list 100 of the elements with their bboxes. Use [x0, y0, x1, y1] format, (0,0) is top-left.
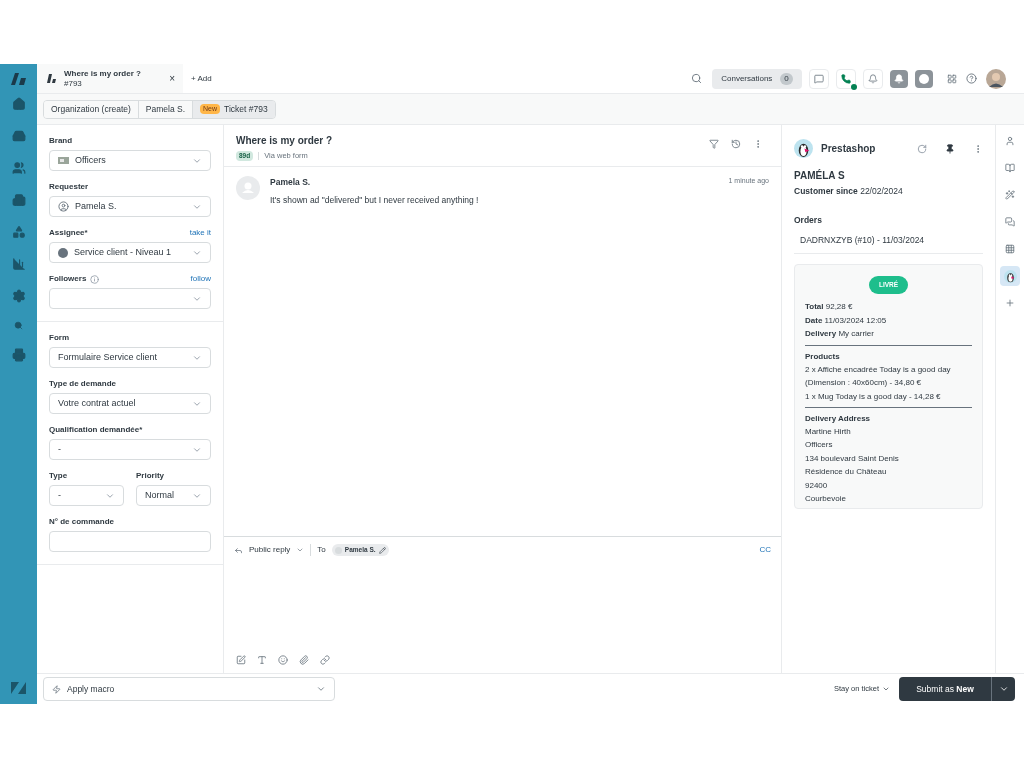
phone-button[interactable] [836, 68, 856, 89]
avatar-icon[interactable] [986, 68, 1006, 89]
chat-button[interactable] [809, 68, 829, 89]
field-link[interactable]: follow [190, 273, 211, 285]
plus-icon [1005, 298, 1015, 308]
history-icon[interactable] [731, 139, 741, 149]
shapes-icon[interactable] [11, 225, 26, 239]
address-line: 134 boulevard Saint Denis [805, 452, 900, 465]
phone-icon [841, 73, 851, 84]
bell-button[interactable] [863, 68, 883, 89]
search-icon[interactable] [691, 73, 702, 84]
app-button[interactable] [915, 69, 933, 88]
link-icon[interactable] [320, 655, 330, 665]
home-icon[interactable] [11, 97, 26, 111]
select-field[interactable]: Normal [136, 485, 211, 506]
address-line: 92400 [805, 479, 829, 492]
emoji-icon[interactable] [278, 655, 288, 665]
input-field[interactable] [49, 531, 211, 552]
penguin-icon [1003, 269, 1017, 283]
search-icon[interactable] [14, 321, 23, 330]
field-label: Form [49, 332, 69, 344]
app-name: Prestashop [821, 142, 877, 156]
filter-icon[interactable] [709, 139, 719, 149]
apps-icon[interactable] [947, 73, 957, 84]
rail-button[interactable] [1000, 266, 1020, 286]
select-field[interactable]: Officers [49, 150, 211, 171]
compose-icon[interactable] [236, 655, 246, 665]
macro-field[interactable]: Apply macro [43, 677, 335, 701]
field-label: Priority [136, 470, 164, 482]
field-label: Requester [49, 181, 89, 193]
book-icon [1005, 163, 1015, 173]
author-name: Pamela S. [270, 176, 311, 189]
logo-icon [11, 682, 26, 694]
chat-icon [814, 73, 824, 84]
product-line: 2 x Affiche encadrée Today is a good day (Dimension : 40x60cm) - 34,80 € [805, 363, 952, 389]
chevron-icon [882, 685, 890, 693]
chevron-icon [316, 684, 326, 694]
ticket-tab[interactable]: Where is my order ? #793 × [37, 64, 183, 93]
submit-options-button[interactable] [991, 677, 1015, 701]
app-icon [919, 73, 929, 84]
add-tab-button[interactable]: + Add [191, 72, 212, 85]
bell-button[interactable] [890, 69, 908, 88]
logo-icon [11, 73, 26, 85]
cc-link[interactable]: CC [759, 544, 771, 556]
order-fact: Date 11/03/2024 12:05 [805, 314, 888, 327]
wand-icon [1005, 190, 1015, 200]
select-field[interactable]: Service client - Niveau 1 [49, 242, 211, 263]
select-field[interactable]: Votre contrat actuel [49, 393, 211, 414]
submit-button[interactable]: Submit as New [899, 677, 991, 701]
order-fact: Delivery My carrier [805, 328, 875, 340]
help-icon[interactable] [966, 73, 977, 84]
field-label: Type [49, 470, 68, 482]
address-heading: Delivery Address [805, 412, 872, 425]
conversations-button[interactable]: Conversations 0 [712, 68, 802, 89]
person-icon [1005, 136, 1015, 146]
orders-heading: Orders [794, 213, 823, 227]
field-label: Qualification demandée* [49, 424, 143, 436]
close-button[interactable]: × [169, 71, 175, 86]
field-label: Brand [49, 135, 73, 147]
chevron-icon [296, 546, 305, 554]
select-field[interactable]: Formulaire Service client [49, 347, 211, 368]
product-line: 1 x Mug Today is a good day - 14,28 € [805, 390, 942, 403]
chat-icon [1005, 217, 1015, 227]
address-line: Martine Hirth [805, 425, 852, 438]
order-item[interactable]: DADRNXZYB (#10) - 11/03/2024 [794, 226, 983, 255]
reply-icon [234, 545, 243, 555]
people-icon[interactable] [11, 161, 26, 175]
to-label: To [317, 544, 326, 556]
message-body: It's shown ad "delivered" but I never received anything ! [270, 193, 480, 207]
field-label: Followers [49, 273, 87, 285]
grid-icon [1005, 244, 1015, 254]
address-line: Courbevoie [805, 493, 847, 505]
flag-icon [58, 157, 69, 164]
pencil-icon [378, 546, 386, 554]
select-field[interactable]: Pamela S. [49, 196, 211, 217]
reply-mode-dropdown[interactable]: Public reply [249, 544, 291, 556]
select-field[interactable]: - [49, 485, 124, 506]
bell-icon [894, 73, 904, 84]
field-label: N° de commande [49, 516, 114, 528]
field-link[interactable]: take it [189, 227, 211, 239]
lightning-icon [52, 684, 61, 694]
attachment-icon[interactable] [299, 655, 309, 665]
order-fact: Total 92,28 € [805, 301, 854, 313]
address-line: Résidence du Château [805, 466, 888, 478]
user-icon [58, 201, 69, 212]
field-label: Type de demande [49, 378, 116, 390]
products-heading: Products [805, 350, 841, 363]
text-format-icon[interactable] [257, 655, 267, 665]
chevron-icon [998, 684, 1009, 694]
field-label: Assignee* [49, 227, 88, 239]
bell-icon [868, 73, 878, 84]
ticket-icon [47, 74, 56, 83]
select-field[interactable] [49, 288, 211, 309]
penguin-icon [794, 139, 813, 158]
refresh-icon[interactable] [917, 143, 927, 154]
ticket-title: Where is my order ? [236, 134, 334, 148]
customer-since: Customer since 22/02/2024 [794, 185, 904, 198]
select-field[interactable]: - [49, 439, 211, 460]
address-line: Officers [805, 439, 834, 451]
pin-icon[interactable] [945, 143, 955, 154]
